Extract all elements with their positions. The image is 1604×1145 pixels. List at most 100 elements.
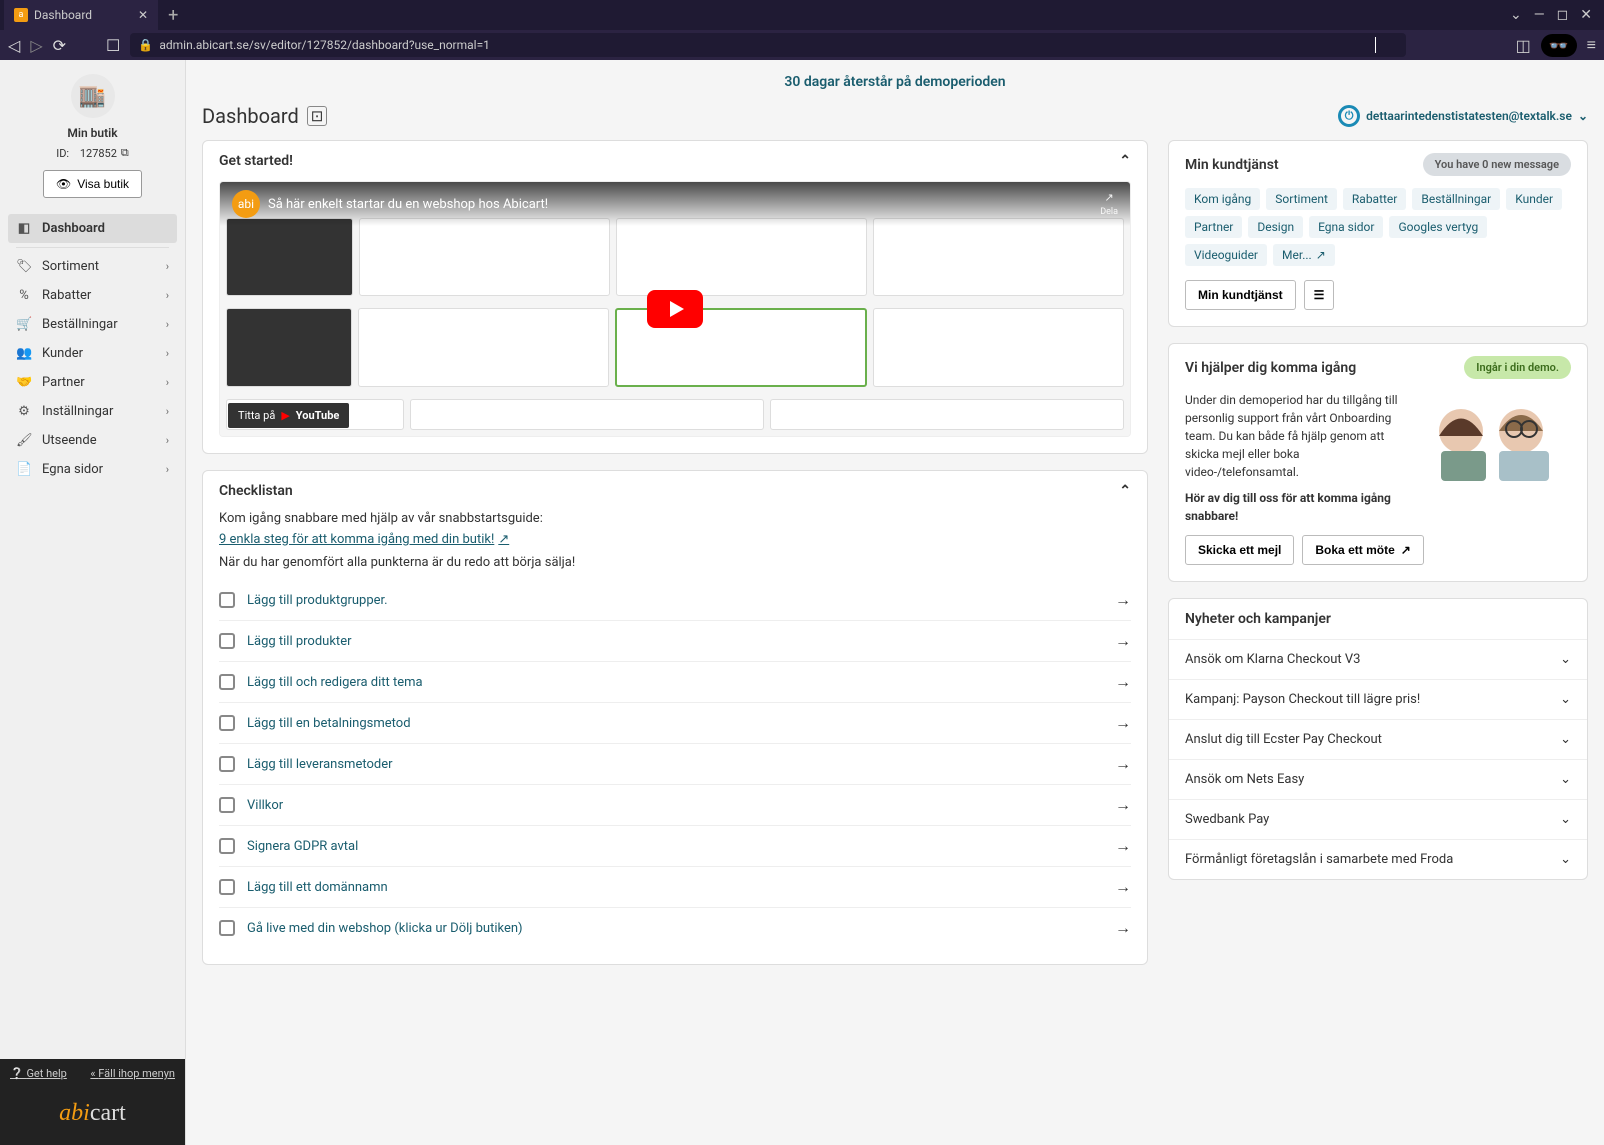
card-title: Nyheter och kampanjer — [1185, 611, 1331, 627]
menu-icon[interactable]: ≡ — [1587, 35, 1596, 55]
lock-icon: 🔒 — [138, 38, 153, 52]
nav-icon: 🏷 — [16, 259, 32, 274]
support-tag[interactable]: Videoguider — [1185, 244, 1267, 266]
share-icon[interactable]: ↗Dela — [1100, 191, 1118, 217]
sidebar-item-beställningar[interactable]: 🛒 Beställningar › — [8, 310, 177, 339]
support-tag[interactable]: Googles vertyg — [1389, 216, 1487, 238]
sidebar-item-utseende[interactable]: 🖌 Utseende › — [8, 426, 177, 455]
checkbox-icon[interactable] — [219, 756, 235, 772]
support-tag[interactable]: Sortiment — [1266, 188, 1337, 210]
news-item[interactable]: Ansök om Klarna Checkout V3 ⌄ — [1169, 639, 1587, 679]
nav-icon: 📄 — [16, 462, 32, 477]
minimize-icon[interactable]: — — [1534, 7, 1545, 23]
card-title: Min kundtjänst — [1185, 157, 1279, 173]
watch-on-youtube[interactable]: Titta på ▶YouTube — [228, 403, 349, 428]
panel-icon[interactable]: ◫ — [1516, 36, 1531, 55]
eye-icon: 👁 — [56, 177, 71, 191]
news-item[interactable]: Swedbank Pay ⌄ — [1169, 799, 1587, 839]
support-button[interactable]: Min kundtjänst — [1185, 280, 1296, 310]
support-list-button[interactable]: ☰ — [1304, 280, 1335, 310]
new-tab-button[interactable]: + — [168, 5, 178, 26]
news-item[interactable]: Anslut dig till Ecster Pay Checkout ⌄ — [1169, 719, 1587, 759]
checkbox-icon[interactable] — [219, 879, 235, 895]
checkbox-icon[interactable] — [219, 715, 235, 731]
sidebar-item-kunder[interactable]: 👥 Kunder › — [8, 339, 177, 368]
checklist-item[interactable]: Lägg till och redigera ditt tema → — [219, 662, 1131, 703]
checklist-item[interactable]: Lägg till leveransmetoder → — [219, 744, 1131, 785]
sidebar-item-dashboard[interactable]: ◧ Dashboard — [8, 214, 177, 243]
support-tag[interactable]: Egna sidor — [1309, 216, 1383, 238]
play-button[interactable] — [647, 290, 703, 328]
get-help-link[interactable]: ❔ Get help — [10, 1067, 67, 1080]
collapse-icon[interactable]: ⌃ — [1119, 483, 1131, 499]
checklist-item[interactable]: Lägg till produkter → — [219, 621, 1131, 662]
checkbox-icon[interactable] — [219, 838, 235, 854]
intro-video[interactable]: abi Så här enkelt startar du en webshop … — [219, 181, 1131, 437]
close-window-icon[interactable]: ✕ — [1580, 7, 1592, 23]
news-item[interactable]: Ansök om Nets Easy ⌄ — [1169, 759, 1587, 799]
checklist-guide-link[interactable]: 9 enkla steg för att komma igång med din… — [219, 532, 509, 547]
arrow-right-icon: → — [1115, 836, 1131, 856]
chevron-right-icon: › — [166, 347, 169, 360]
book-meeting-button[interactable]: Boka ett möte↗ — [1302, 535, 1423, 565]
incognito-icon[interactable]: 👓 — [1541, 34, 1577, 57]
sidebar-item-sortiment[interactable]: 🏷 Sortiment › — [8, 252, 177, 281]
bookmark-icon[interactable]: ☐ — [106, 36, 120, 55]
user-menu[interactable]: ⏻ dettaarintedenstistatesten@textalk.se … — [1338, 105, 1588, 127]
onboarding-card: Vi hjälper dig komma igång Ingår i din d… — [1168, 343, 1588, 582]
chevron-down-icon: ⌄ — [1560, 812, 1571, 827]
collapse-menu-link[interactable]: « Fäll ihop menyn — [90, 1067, 175, 1080]
checklist-item[interactable]: Lägg till en betalningsmetod → — [219, 703, 1131, 744]
checkbox-icon[interactable] — [219, 674, 235, 690]
checklist-item[interactable]: Villkor → — [219, 785, 1131, 826]
arrow-right-icon: → — [1115, 672, 1131, 692]
news-item[interactable]: Förmånligt företagslån i samarbete med F… — [1169, 839, 1587, 879]
maximize-icon[interactable]: ◻ — [1557, 7, 1569, 23]
collapse-icon[interactable]: ⌃ — [1119, 153, 1131, 169]
chevron-right-icon: › — [166, 260, 169, 273]
view-store-button[interactable]: 👁 Visa butik — [43, 170, 142, 198]
support-tag[interactable]: Design — [1248, 216, 1303, 238]
sidebar-item-inställningar[interactable]: ⚙ Inställningar › — [8, 397, 177, 426]
onboarding-text: Under din demoperiod har du tillgång til… — [1185, 391, 1401, 525]
card-title: Checklistan — [219, 483, 293, 499]
support-tag[interactable]: Beställningar — [1412, 188, 1500, 210]
checkbox-icon[interactable] — [219, 633, 235, 649]
video-channel-icon: abi — [232, 190, 260, 218]
sidebar-item-egna-sidor[interactable]: 📄 Egna sidor › — [8, 455, 177, 484]
send-mail-button[interactable]: Skicka ett mejl — [1185, 535, 1294, 565]
news-item[interactable]: Kampanj: Payson Checkout till lägre pris… — [1169, 679, 1587, 719]
checkbox-icon[interactable] — [219, 920, 235, 936]
support-tag-more[interactable]: Mer... ↗ — [1273, 244, 1335, 266]
checklist-item[interactable]: Lägg till produktgrupper. → — [219, 580, 1131, 621]
checklist-item[interactable]: Signera GDPR avtal → — [219, 826, 1131, 867]
support-tag[interactable]: Kunder — [1506, 188, 1562, 210]
feedback-icon[interactable]: ⊡ — [307, 106, 328, 126]
forward-icon[interactable]: ▷ — [30, 36, 42, 55]
browser-tab[interactable]: a Dashboard ✕ — [4, 0, 158, 30]
checklist-label: Villkor — [247, 798, 283, 813]
chevron-down-icon: ⌄ — [1578, 109, 1588, 123]
browser-nav-bar: ◁ ▷ ⟳ ☐ 🔒 admin.abicart.se/sv/editor/127… — [0, 30, 1604, 60]
store-name: Min butik — [8, 126, 177, 140]
content-area: 30 dagar återstår på demoperioden Dashbo… — [186, 60, 1604, 1145]
checkbox-icon[interactable] — [219, 592, 235, 608]
support-tag[interactable]: Kom igång — [1185, 188, 1260, 210]
checklist-item[interactable]: Gå live med din webshop (klicka ur Dölj … — [219, 908, 1131, 948]
support-tag[interactable]: Partner — [1185, 216, 1242, 238]
tab-close-icon[interactable]: ✕ — [138, 8, 148, 22]
nav-icon: 🤝 — [16, 375, 32, 390]
arrow-right-icon: → — [1115, 754, 1131, 774]
checklist-item[interactable]: Lägg till ett domännamn → — [219, 867, 1131, 908]
copy-icon[interactable]: ⧉ — [121, 146, 129, 160]
sidebar-item-partner[interactable]: 🤝 Partner › — [8, 368, 177, 397]
back-icon[interactable]: ◁ — [8, 36, 20, 55]
nav-label: Rabatter — [42, 288, 91, 303]
sidebar-item-rabatter[interactable]: % Rabatter › — [8, 281, 177, 310]
chevron-down-icon[interactable]: ⌄ — [1510, 7, 1522, 23]
checkbox-icon[interactable] — [219, 797, 235, 813]
support-tag[interactable]: Rabatter — [1343, 188, 1406, 210]
url-bar[interactable]: 🔒 admin.abicart.se/sv/editor/127852/dash… — [130, 33, 1405, 57]
demo-badge: Ingår i din demo. — [1464, 356, 1571, 379]
reload-icon[interactable]: ⟳ — [53, 36, 66, 55]
